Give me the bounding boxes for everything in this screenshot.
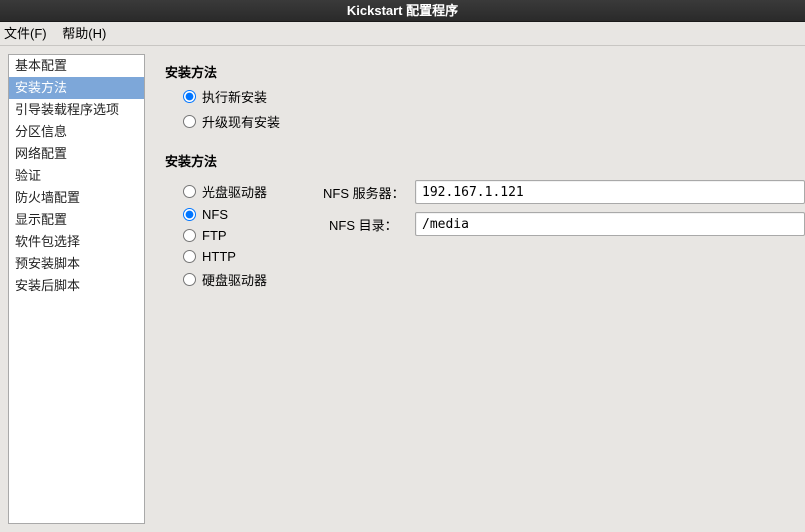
radio-ftp[interactable]: FTP [183,228,293,243]
radio-new-install-label: 执行新安装 [202,87,267,106]
sidebar-item-4[interactable]: 网络配置 [9,143,144,165]
install-mode-title: 安装方法 [165,62,805,81]
radio-hd-input[interactable] [183,273,196,286]
nfs-server-input[interactable] [415,180,805,204]
window-title: Kickstart 配置程序 [347,3,458,18]
sidebar-item-1[interactable]: 安装方法 [9,77,144,99]
radio-upgrade-install-label: 升级现有安装 [202,112,280,131]
radio-cd-label: 光盘驱动器 [202,182,267,201]
radio-ftp-label: FTP [202,228,227,243]
menu-file[interactable]: 文件(F) [4,26,47,41]
nfs-fields: NFS 服务器： NFS 目录： [323,176,805,295]
radio-nfs-label: NFS [202,207,228,222]
radio-hd[interactable]: 硬盘驱动器 [183,270,293,289]
radio-http[interactable]: HTTP [183,249,293,264]
sidebar-item-5[interactable]: 验证 [9,165,144,187]
radio-ftp-input[interactable] [183,229,196,242]
main-panel: 安装方法 执行新安装 升级现有安装 安装方法 光盘驱动器 NFS [145,46,805,532]
nfs-dir-input[interactable] [415,212,805,236]
radio-cd-input[interactable] [183,185,196,198]
sidebar-item-0[interactable]: 基本配置 [9,55,144,77]
menubar: 文件(F) 帮助(H) [0,22,805,46]
nfs-server-label: NFS 服务器： [323,183,415,202]
radio-new-install-input[interactable] [183,90,196,103]
nfs-dir-label: NFS 目录： [323,215,415,234]
sidebar[interactable]: 基本配置安装方法引导装载程序选项分区信息网络配置验证防火墙配置显示配置软件包选择… [8,54,145,524]
sidebar-item-6[interactable]: 防火墙配置 [9,187,144,209]
radio-nfs-input[interactable] [183,208,196,221]
radio-http-label: HTTP [202,249,236,264]
sidebar-item-3[interactable]: 分区信息 [9,121,144,143]
sidebar-item-2[interactable]: 引导装载程序选项 [9,99,144,121]
content-area: 基本配置安装方法引导装载程序选项分区信息网络配置验证防火墙配置显示配置软件包选择… [0,46,805,532]
install-method-title: 安装方法 [165,151,805,170]
radio-nfs[interactable]: NFS [183,207,293,222]
sidebar-item-10[interactable]: 安装后脚本 [9,275,144,297]
radio-cd[interactable]: 光盘驱动器 [183,182,293,201]
radio-http-input[interactable] [183,250,196,263]
radio-upgrade-install[interactable]: 升级现有安装 [183,112,805,131]
menu-help[interactable]: 帮助(H) [62,26,106,41]
method-radio-column: 光盘驱动器 NFS FTP HTTP 硬盘驱动器 [183,176,293,295]
radio-new-install[interactable]: 执行新安装 [183,87,805,106]
radio-hd-label: 硬盘驱动器 [202,270,267,289]
sidebar-item-9[interactable]: 预安装脚本 [9,253,144,275]
sidebar-item-7[interactable]: 显示配置 [9,209,144,231]
radio-upgrade-install-input[interactable] [183,115,196,128]
window-titlebar: Kickstart 配置程序 [0,0,805,22]
sidebar-item-8[interactable]: 软件包选择 [9,231,144,253]
